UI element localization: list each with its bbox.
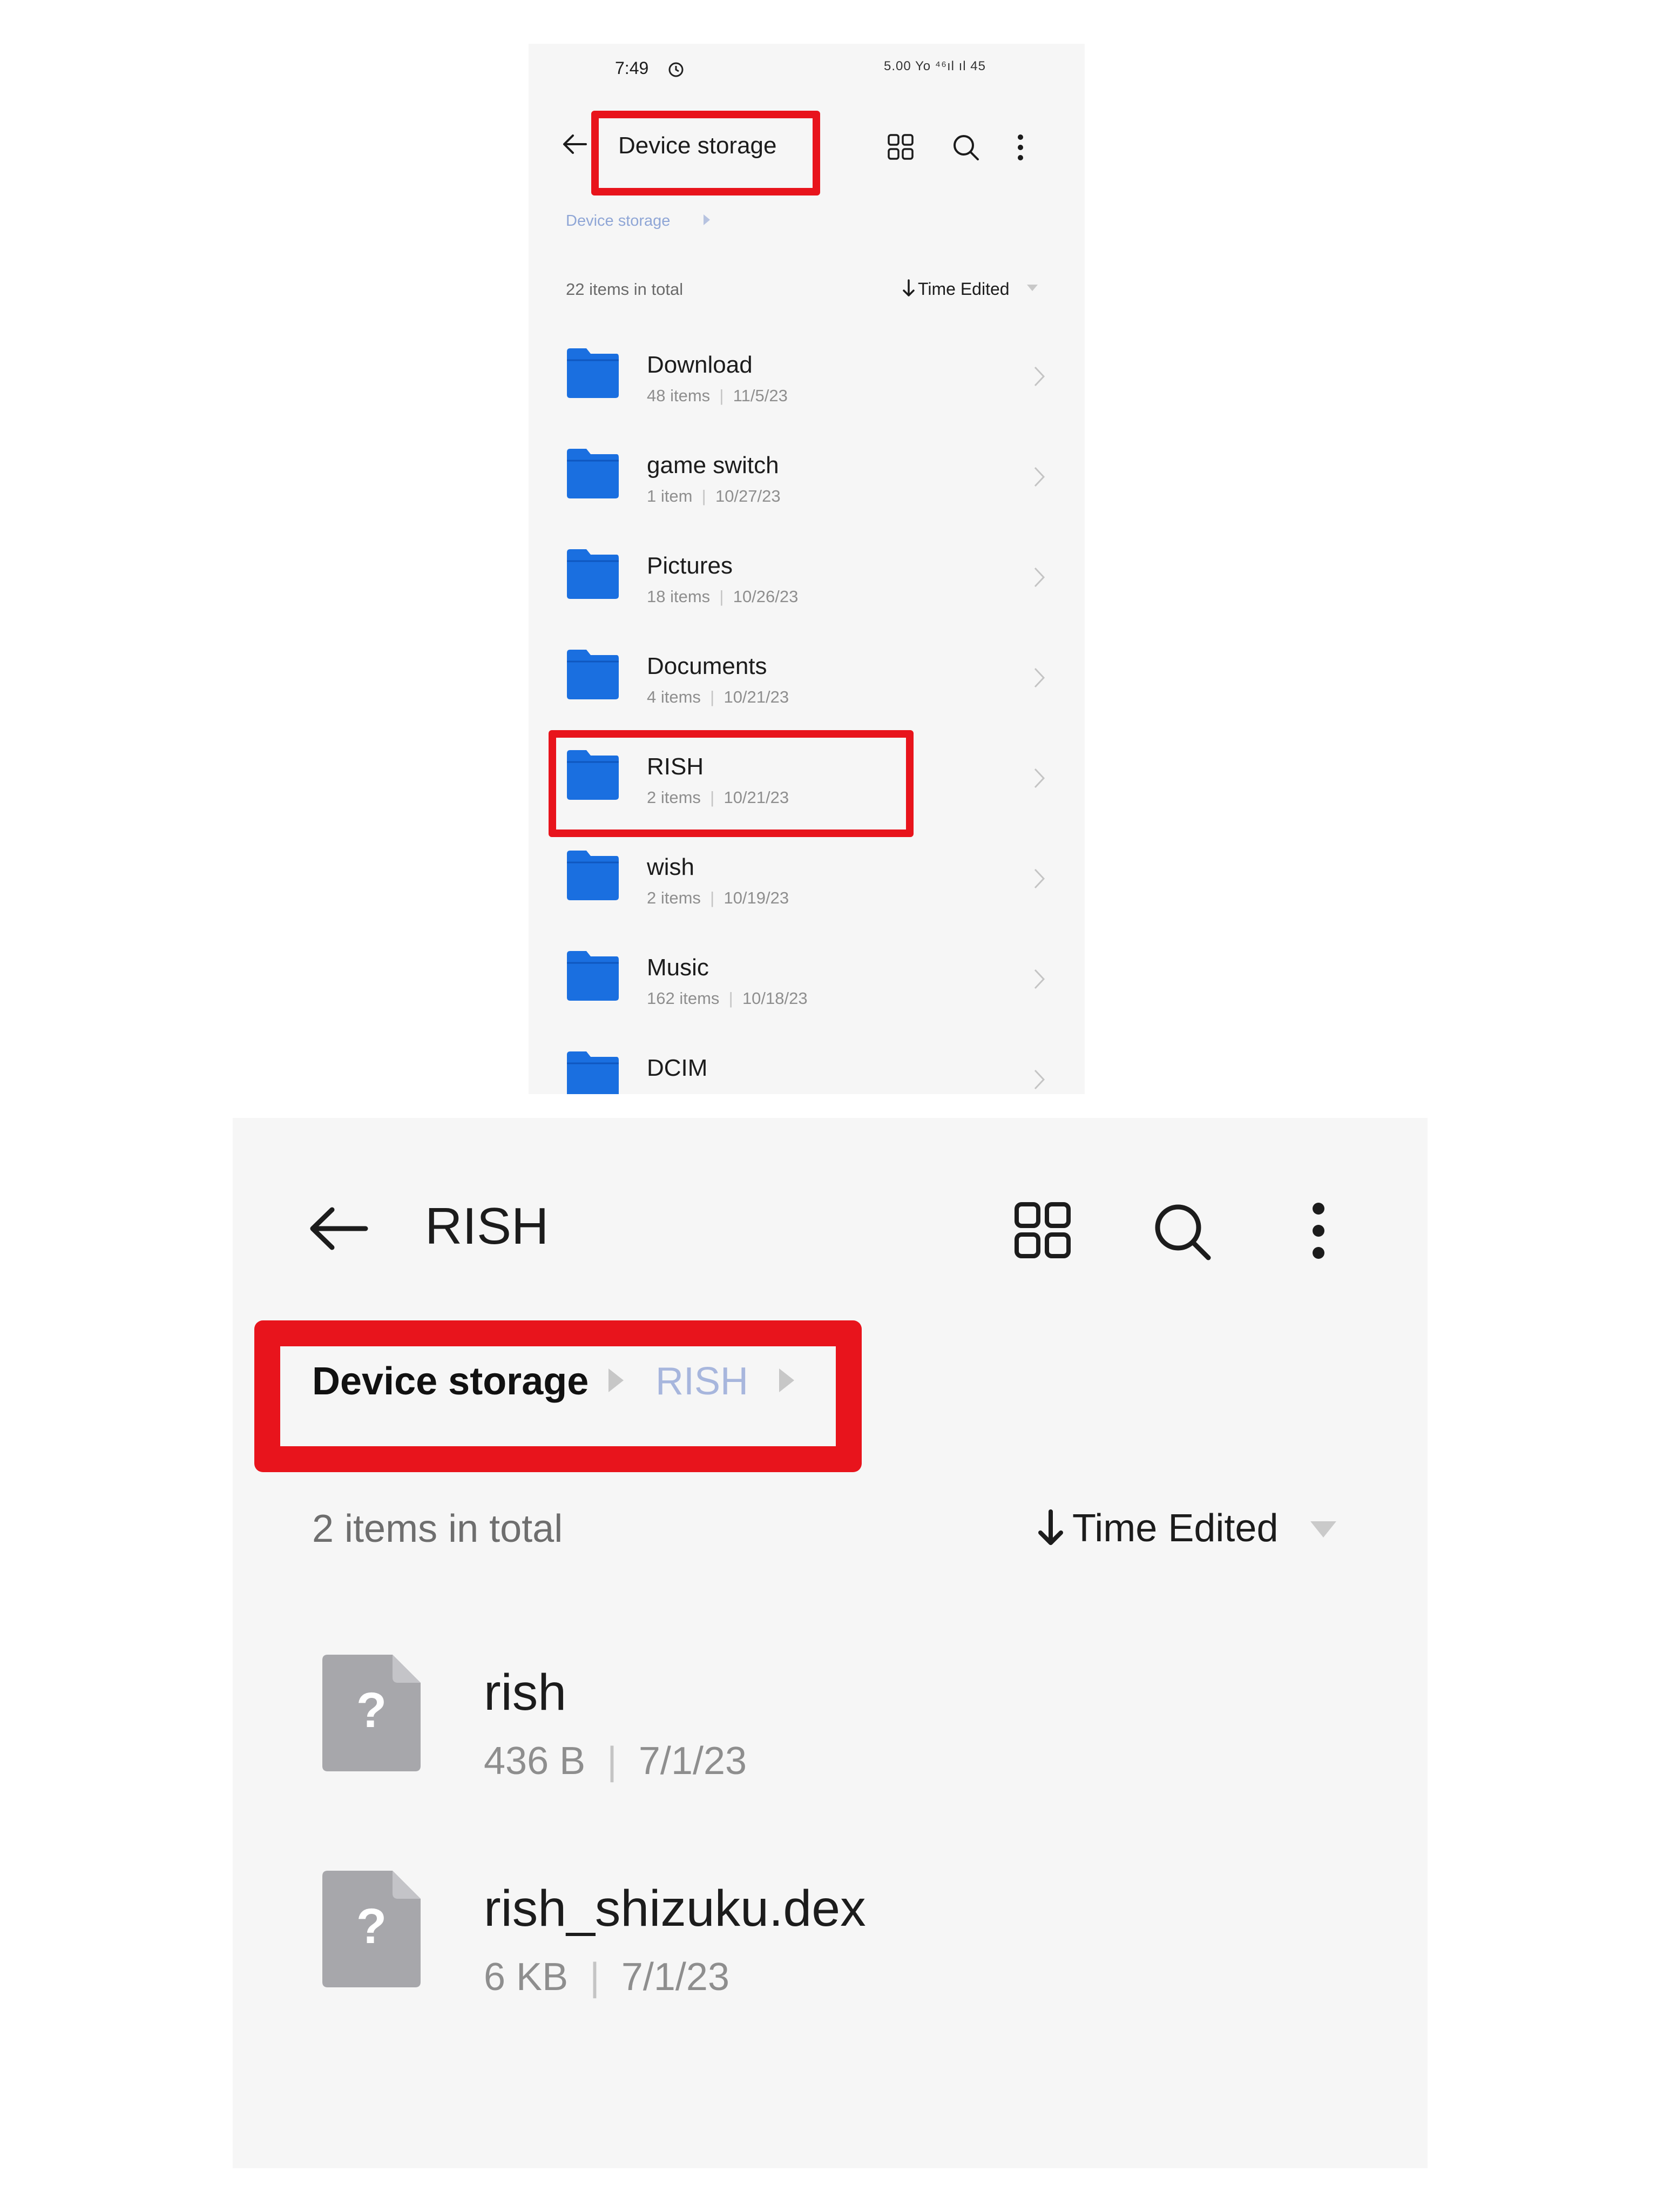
- search-icon[interactable]: [1152, 1202, 1213, 1262]
- folder-row-music[interactable]: Music 162 items | 10/18/23: [529, 951, 1085, 1055]
- folder-meta: 48 items | 11/5/23: [647, 386, 788, 405]
- grid-view-icon[interactable]: [887, 133, 914, 160]
- chevron-right-icon: [1034, 567, 1045, 588]
- breadcrumb-caret-icon: [779, 1368, 794, 1392]
- more-options-icon[interactable]: [1016, 133, 1025, 161]
- folder-meta: 162 items | 10/18/23: [647, 989, 808, 1008]
- folder-name: Download: [647, 352, 753, 378]
- folder-list-screen: 7:49 5.00 Yo ⁴⁶ıl ıl 45 Device storage D…: [529, 44, 1085, 1094]
- folder-name: wish: [647, 854, 695, 880]
- breadcrumb-rish[interactable]: RISH: [655, 1359, 748, 1404]
- folder-name: game switch: [647, 452, 779, 478]
- unknown-file-icon: ?: [322, 1871, 421, 1987]
- chevron-right-icon: [1034, 868, 1045, 889]
- breadcrumb-device-storage[interactable]: Device storage: [566, 212, 670, 230]
- folder-name: DCIM: [647, 1055, 708, 1081]
- back-arrow-icon[interactable]: [561, 133, 588, 155]
- folder-row-pictures[interactable]: Pictures 18 items | 10/26/23: [529, 549, 1085, 653]
- chevron-right-icon: [1034, 366, 1045, 387]
- folder-meta: 1 item | 10/27/23: [647, 487, 781, 505]
- chevron-right-icon: [1034, 1069, 1045, 1090]
- sort-arrow-icon[interactable]: [902, 279, 915, 298]
- chevron-right-icon: [1034, 667, 1045, 688]
- chevron-right-icon: [1034, 768, 1045, 788]
- folder-icon: [567, 549, 619, 599]
- folder-row-download[interactable]: Download 48 items | 11/5/23: [529, 348, 1085, 452]
- folder-row-game-switch[interactable]: game switch 1 item | 10/27/23: [529, 449, 1085, 552]
- folder-icon: [567, 951, 619, 1001]
- file-name: rish_shizuku.dex: [484, 1880, 866, 1937]
- folder-name: Music: [647, 954, 709, 981]
- chevron-right-icon: [1034, 969, 1045, 989]
- more-options-icon[interactable]: [1310, 1202, 1327, 1260]
- folder-meta: 18 items | 10/26/23: [647, 587, 799, 606]
- folder-icon: [567, 851, 619, 900]
- file-icon-glyph: ?: [356, 1683, 387, 1738]
- grid-view-icon[interactable]: [1014, 1202, 1071, 1259]
- folder-meta: 4 items | 10/21/23: [647, 687, 789, 706]
- folder-name: Documents: [647, 653, 767, 679]
- file-name: rish: [484, 1664, 567, 1721]
- search-icon[interactable]: [952, 133, 980, 161]
- unknown-file-icon: ?: [322, 1655, 421, 1771]
- folder-icon: [567, 650, 619, 699]
- folder-row-wish[interactable]: wish 2 items | 10/19/23: [529, 851, 1085, 954]
- status-icons: 5.00 Yo ⁴⁶ıl ıl 45: [884, 59, 986, 73]
- rish-folder-screen: RISH Device storage RISH 2 items in tota…: [233, 1118, 1428, 2168]
- sort-label[interactable]: Time Edited: [918, 279, 1010, 299]
- sort-arrow-icon[interactable]: [1037, 1509, 1064, 1547]
- sort-label[interactable]: Time Edited: [1072, 1506, 1278, 1550]
- sort-dropdown-icon[interactable]: [1308, 1519, 1338, 1540]
- file-meta: 6 KB | 7/1/23: [484, 1955, 730, 1999]
- breadcrumb-device-storage[interactable]: Device storage: [312, 1359, 589, 1404]
- item-count: 22 items in total: [566, 280, 684, 299]
- file-meta: 436 B | 7/1/23: [484, 1739, 747, 1783]
- chevron-right-icon: [1034, 467, 1045, 487]
- folder-icon: [567, 1051, 619, 1094]
- highlight-box-title: [591, 111, 820, 195]
- folder-name: Pictures: [647, 552, 733, 579]
- highlight-box-rish-folder: [549, 730, 914, 837]
- file-row-rish-shizuku-dex[interactable]: ? rish_shizuku.dex 6 KB | 7/1/23: [233, 1871, 1428, 2074]
- file-icon-glyph: ?: [356, 1899, 387, 1954]
- folder-icon: [567, 449, 619, 498]
- sort-dropdown-icon[interactable]: [1026, 284, 1039, 292]
- back-arrow-icon[interactable]: [308, 1206, 369, 1251]
- item-count: 2 items in total: [312, 1507, 563, 1550]
- status-time: 7:49: [615, 58, 649, 78]
- breadcrumb-caret-icon: [704, 214, 710, 225]
- breadcrumb-caret-icon: [608, 1368, 624, 1392]
- folder-meta: 2 items | 10/19/23: [647, 888, 789, 907]
- alarm-icon: [668, 62, 684, 77]
- file-row-rish[interactable]: ? rish 436 B | 7/1/23: [233, 1655, 1428, 1858]
- folder-icon: [567, 348, 619, 398]
- folder-row-dcim[interactable]: DCIM: [529, 1051, 1085, 1094]
- page-title: RISH: [425, 1197, 549, 1255]
